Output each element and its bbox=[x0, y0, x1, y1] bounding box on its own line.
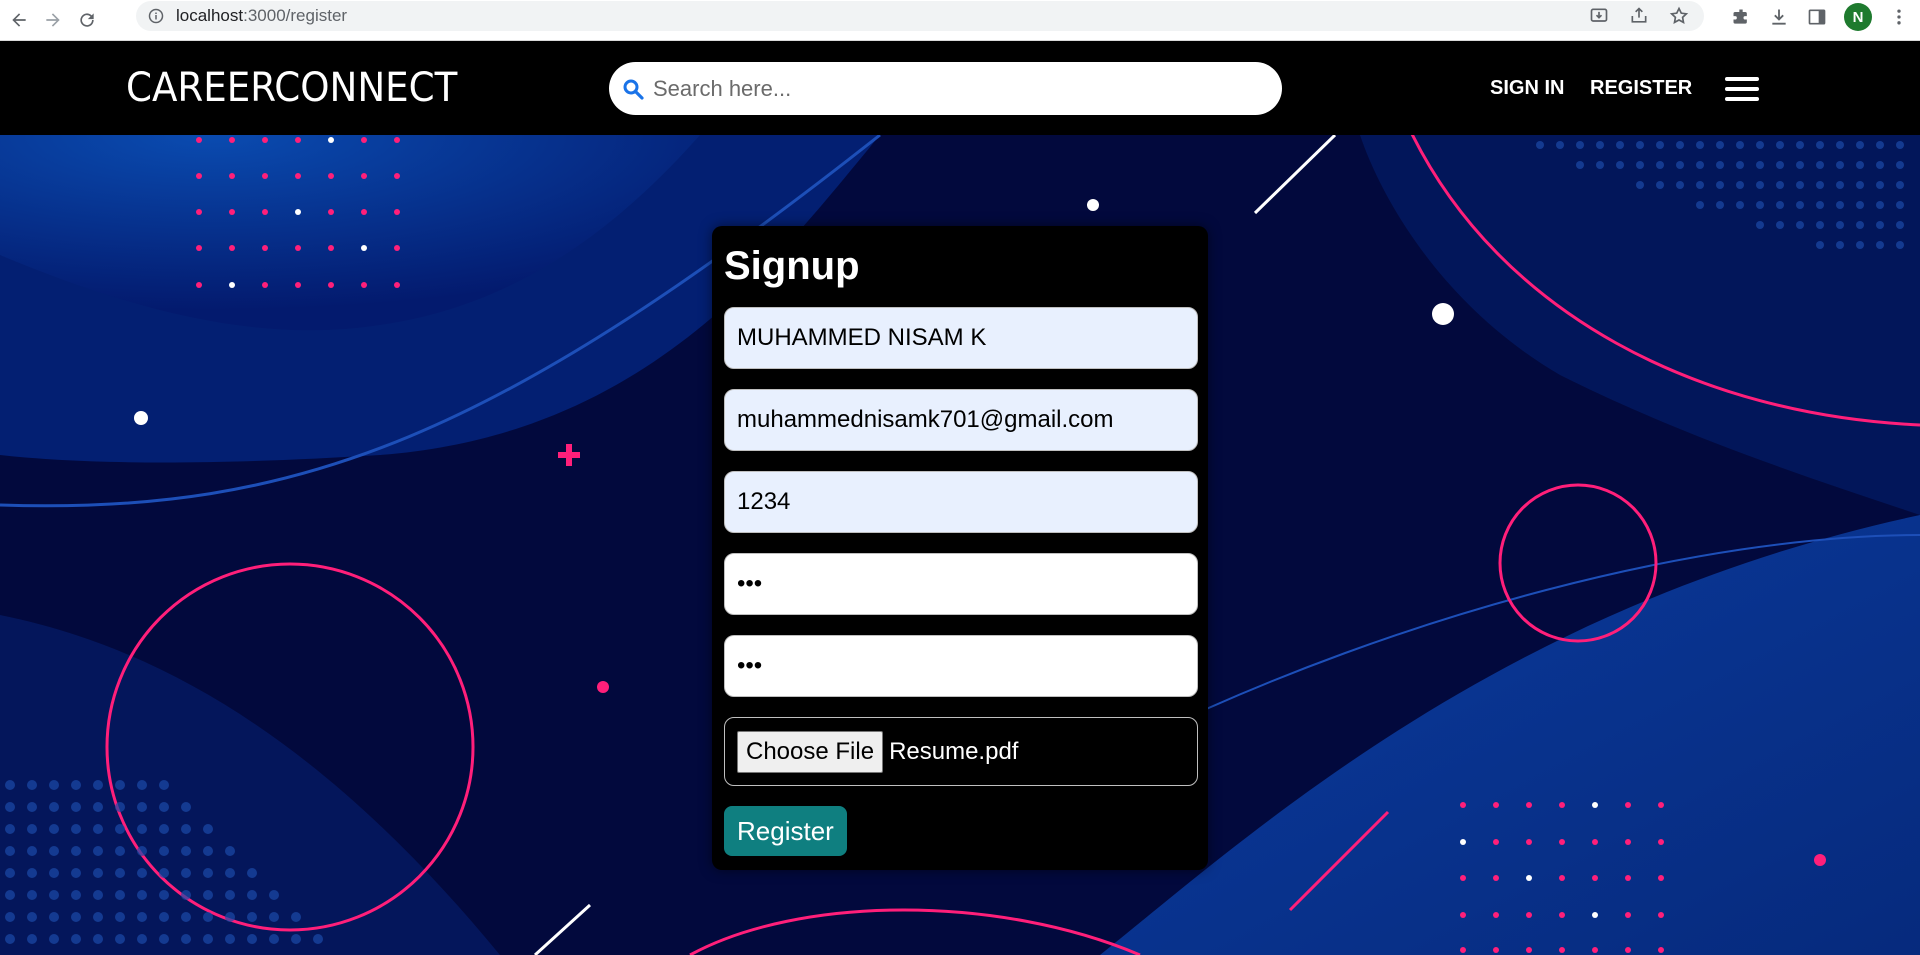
extensions-icon[interactable] bbox=[1730, 6, 1752, 28]
back-icon[interactable] bbox=[4, 5, 34, 35]
confirm-password-field[interactable] bbox=[724, 635, 1198, 697]
register-link[interactable]: REGISTER bbox=[1590, 77, 1692, 100]
share-icon[interactable] bbox=[1628, 5, 1650, 27]
password-field[interactable] bbox=[724, 553, 1198, 615]
hamburger-icon[interactable] bbox=[1725, 77, 1759, 101]
avatar[interactable]: N bbox=[1844, 3, 1872, 31]
signup-card: Signup Choose File Resume.pdf Register bbox=[712, 226, 1208, 870]
info-icon[interactable] bbox=[148, 8, 164, 24]
url-text: localhost:3000/register bbox=[176, 6, 348, 25]
address-bar[interactable]: localhost:3000/register bbox=[136, 1, 1704, 31]
page-title: Signup bbox=[724, 244, 860, 288]
phone-field[interactable] bbox=[724, 471, 1198, 533]
download-icon[interactable] bbox=[1768, 6, 1790, 28]
choose-file-button[interactable]: Choose File bbox=[737, 730, 884, 773]
site-header: CAREERCONNECT SIGN IN REGISTER bbox=[0, 41, 1920, 135]
email-field[interactable] bbox=[724, 389, 1198, 451]
search-bar[interactable] bbox=[609, 62, 1282, 115]
menu-dots-icon[interactable] bbox=[1888, 6, 1910, 28]
star-icon[interactable] bbox=[1668, 5, 1690, 27]
reload-icon[interactable] bbox=[72, 5, 102, 35]
name-field[interactable] bbox=[724, 307, 1198, 369]
resume-upload: Choose File Resume.pdf bbox=[724, 717, 1198, 786]
forward-icon[interactable] bbox=[38, 5, 68, 35]
search-icon bbox=[621, 77, 645, 101]
browser-toolbar: localhost:3000/register N bbox=[0, 0, 1920, 41]
register-button[interactable]: Register bbox=[724, 806, 847, 856]
signin-link[interactable]: SIGN IN bbox=[1490, 77, 1564, 100]
install-icon[interactable] bbox=[1588, 5, 1610, 27]
selected-file-name: Resume.pdf bbox=[889, 737, 1019, 765]
search-input[interactable] bbox=[653, 75, 1253, 102]
sidepanel-icon[interactable] bbox=[1806, 6, 1828, 28]
brand-logo[interactable]: CAREERCONNECT bbox=[126, 65, 457, 111]
